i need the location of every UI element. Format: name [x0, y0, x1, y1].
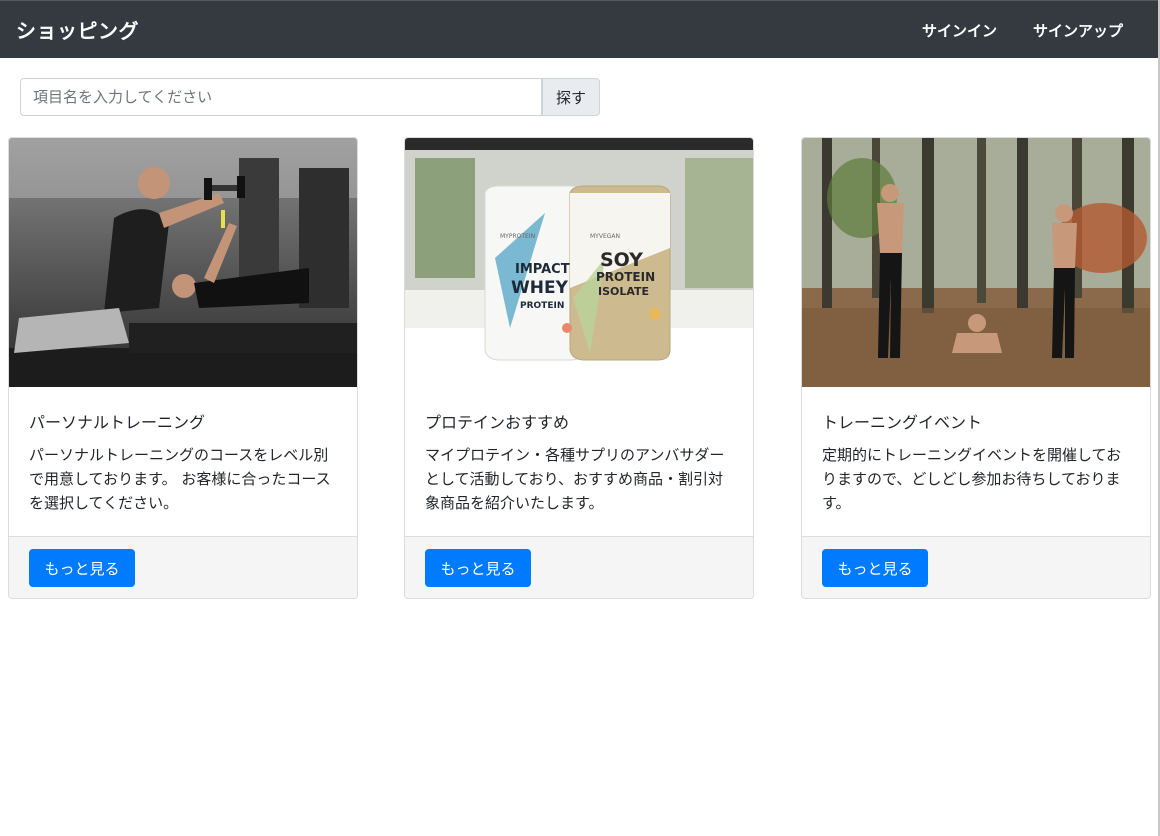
card-personal-training: パーソナルトレーニング パーソナルトレーニングのコースをレベル別で用意しておりま…	[8, 137, 358, 599]
card-title: プロテインおすすめ	[425, 413, 570, 432]
signin-link[interactable]: サインイン	[922, 20, 997, 41]
card-image-forest-event	[802, 138, 1150, 387]
signup-link[interactable]: サインアップ	[1033, 20, 1123, 41]
search-button[interactable]: 探す	[542, 78, 600, 116]
card-image-protein: MYPROTEIN IMPACT WHEY PROTEIN MYVEGAN SO…	[405, 138, 753, 387]
card-text: パーソナルトレーニングのコースをレベル別で用意しております。 お客様に合ったコー…	[29, 446, 331, 512]
card-title: トレーニングイベント	[822, 413, 983, 432]
whey-impact: IMPACT	[515, 262, 570, 277]
card-protein: MYPROTEIN IMPACT WHEY PROTEIN MYVEGAN SO…	[404, 137, 754, 599]
whey-protein: PROTEIN	[520, 301, 564, 311]
whey-word: WHEY	[511, 278, 569, 298]
soy-brand: MYVEGAN	[590, 233, 620, 240]
see-more-button[interactable]: もっと見る	[425, 549, 531, 587]
whey-brand: MYPROTEIN	[500, 233, 535, 240]
card-footer: もっと見る	[802, 536, 1150, 598]
card-image-gym	[9, 138, 357, 387]
card-training-event: トレーニングイベント 定期的にトレーニングイベントを開催しておりますので、どしど…	[801, 137, 1151, 599]
soy-word: SOY	[600, 249, 643, 271]
soy-protein: PROTEIN	[596, 270, 655, 284]
see-more-button[interactable]: もっと見る	[29, 549, 135, 587]
card-text: マイプロテイン・各種サプリのアンバサダーとして活動しており、おすすめ商品・割引対…	[425, 446, 725, 512]
card-footer: もっと見る	[405, 536, 753, 598]
navbar: ショッピング サインイン サインアップ	[0, 0, 1158, 58]
search-input[interactable]	[20, 78, 542, 116]
card-title: パーソナルトレーニング	[29, 413, 206, 432]
card-text: 定期的にトレーニングイベントを開催しておりますので、どしどし参加お待ちしておりま…	[822, 446, 1122, 512]
card-footer: もっと見る	[9, 536, 357, 598]
navbar-brand[interactable]: ショッピング	[16, 15, 139, 44]
soy-isolate: ISOLATE	[598, 285, 649, 298]
see-more-button[interactable]: もっと見る	[822, 549, 928, 587]
